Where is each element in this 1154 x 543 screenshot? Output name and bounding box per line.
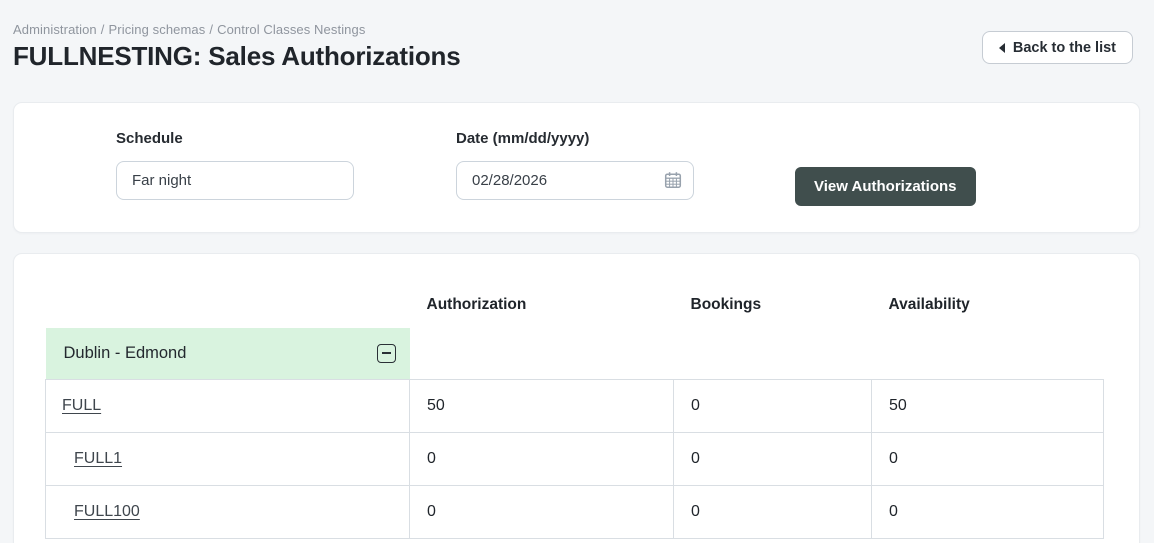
schedule-label: Schedule bbox=[116, 130, 183, 147]
row-name-cell: FULL1 bbox=[45, 431, 410, 486]
column-header-availability: Availability bbox=[888, 296, 970, 313]
availability-cell: 0 bbox=[871, 484, 1104, 539]
column-header-bookings: Bookings bbox=[690, 296, 762, 313]
availability-cell: 0 bbox=[871, 431, 1104, 486]
bookings-cell: 0 bbox=[673, 484, 872, 539]
date-label: Date (mm/dd/yyyy) bbox=[456, 130, 590, 147]
table-row-full1: FULL1 0 0 0 bbox=[45, 431, 1104, 486]
minus-square-icon[interactable] bbox=[376, 343, 396, 363]
group-row-dublin-edmond: Dublin - Edmond bbox=[45, 328, 1104, 379]
date-input[interactable] bbox=[456, 161, 694, 200]
row-link-full1[interactable]: FULL1 bbox=[74, 450, 122, 467]
row-link-full100[interactable]: FULL100 bbox=[74, 503, 140, 520]
row-link-full[interactable]: FULL bbox=[62, 397, 101, 414]
row-name-cell: FULL100 bbox=[45, 484, 410, 539]
back-to-list-button[interactable]: Back to the list bbox=[981, 31, 1133, 64]
authorizations-table: Authorization Bookings Availability Dubl… bbox=[45, 282, 1104, 539]
calendar-icon[interactable] bbox=[664, 171, 682, 194]
group-cell: Dublin - Edmond bbox=[45, 328, 410, 379]
schedule-field: Schedule bbox=[116, 130, 354, 200]
table-header-row: Authorization Bookings Availability bbox=[46, 282, 1104, 328]
view-authorizations-button[interactable]: View Authorizations bbox=[795, 167, 976, 206]
triangle-left-icon bbox=[998, 42, 1005, 53]
row-name-cell: FULL bbox=[45, 378, 410, 433]
column-header-empty bbox=[46, 282, 410, 328]
filter-panel: Schedule Date (mm/dd/yyyy) bbox=[13, 102, 1140, 233]
breadcrumb-separator: / bbox=[209, 22, 214, 37]
breadcrumb-separator: / bbox=[100, 22, 105, 37]
authorization-cell: 0 bbox=[409, 431, 674, 486]
breadcrumb-pricing-schemas[interactable]: Pricing schemas bbox=[109, 22, 206, 37]
breadcrumb-administration[interactable]: Administration bbox=[13, 22, 97, 37]
breadcrumb-control-classes-nestings[interactable]: Control Classes Nestings bbox=[217, 22, 365, 37]
authorizations-panel: Authorization Bookings Availability Dubl… bbox=[13, 253, 1140, 543]
minus-line bbox=[381, 352, 391, 355]
table-row-full100: FULL100 0 0 0 bbox=[45, 484, 1104, 539]
group-name: Dublin - Edmond bbox=[63, 343, 187, 362]
table-row-full: FULL 50 0 50 bbox=[45, 378, 1104, 433]
authorization-cell: 0 bbox=[409, 484, 674, 539]
authorization-cell: 50 bbox=[409, 378, 674, 433]
page: Administration / Pricing schemas / Control C… bbox=[0, 0, 1154, 543]
bookings-cell: 0 bbox=[673, 431, 872, 486]
breadcrumb: Administration / Pricing schemas / Control C… bbox=[13, 22, 1140, 37]
bookings-cell: 0 bbox=[673, 378, 872, 433]
availability-cell: 50 bbox=[871, 378, 1104, 433]
page-title: FULLNESTING: Sales Authorizations bbox=[13, 41, 461, 71]
back-to-list-label: Back to the list bbox=[1012, 39, 1116, 56]
schedule-input[interactable] bbox=[116, 161, 354, 200]
column-header-authorization: Authorization bbox=[426, 296, 527, 313]
date-field: Date (mm/dd/yyyy) bbox=[456, 130, 694, 200]
